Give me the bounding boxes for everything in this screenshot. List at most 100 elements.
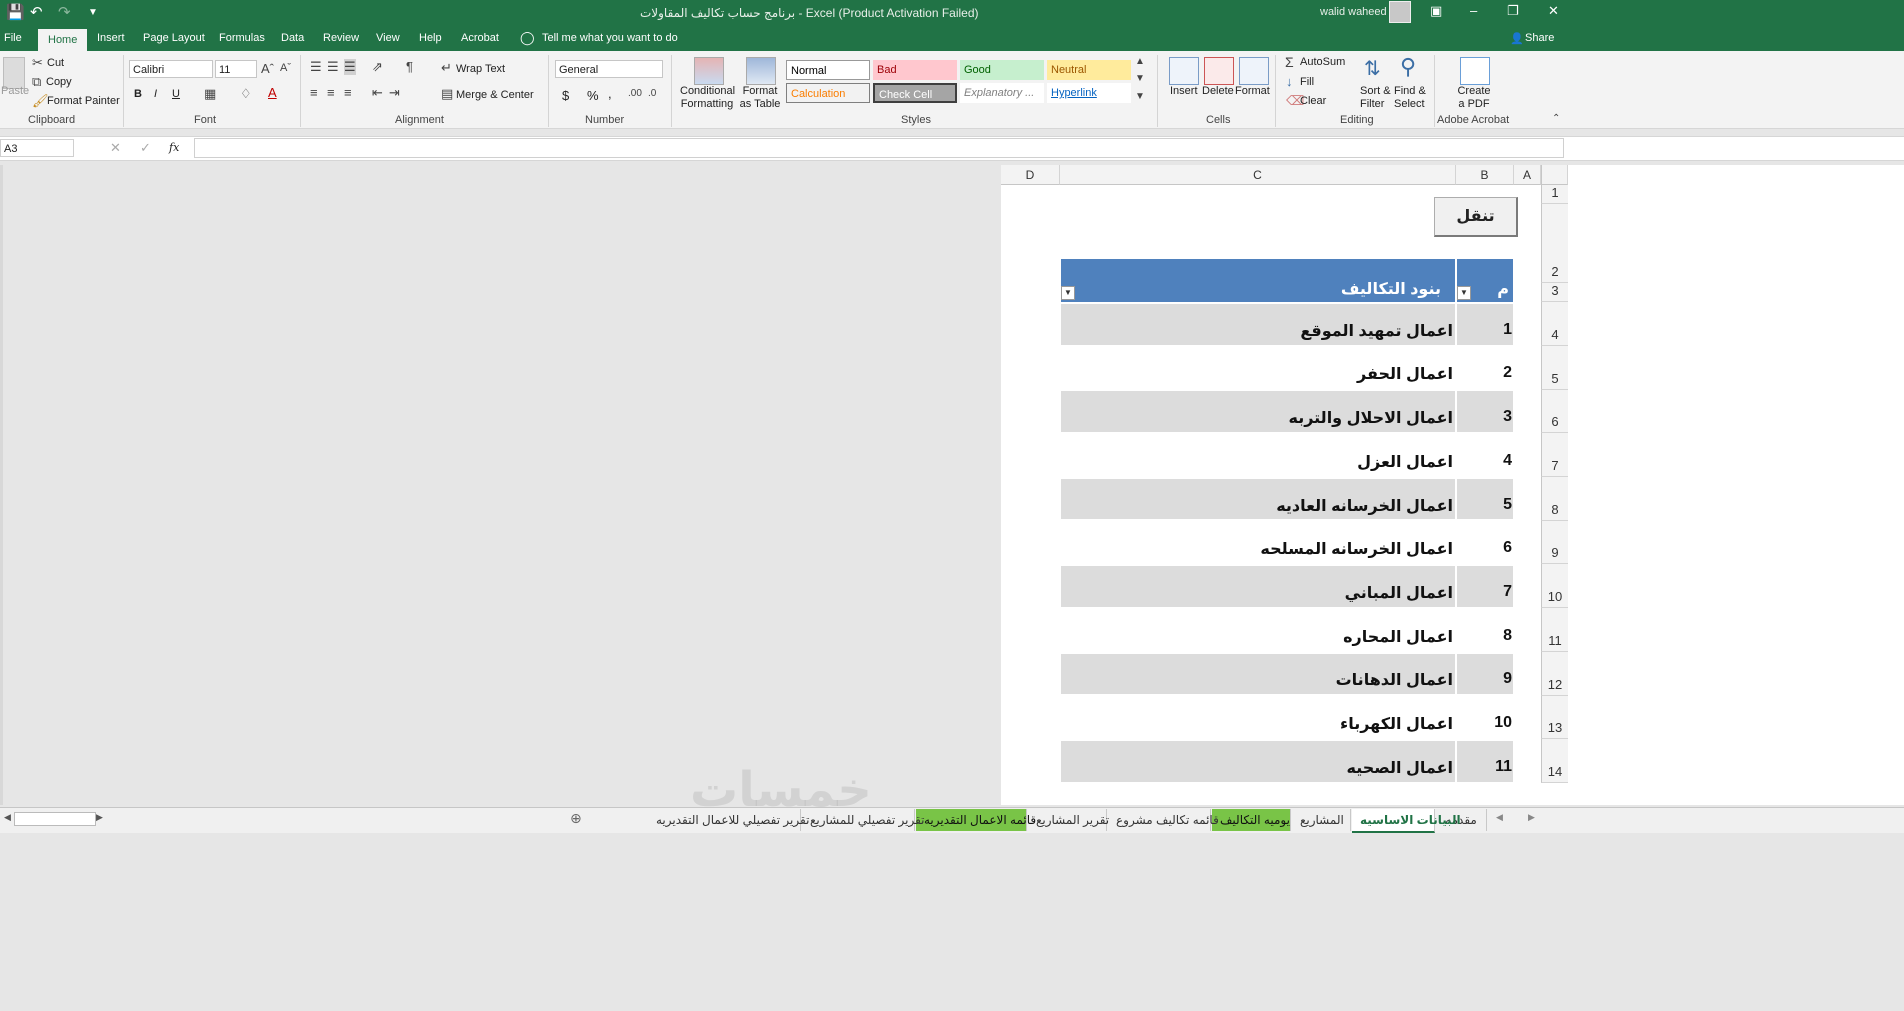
cost-item-index[interactable]: 9: [1503, 670, 1512, 688]
cell-style-3[interactable]: Good: [960, 60, 1044, 80]
row-header[interactable]: 7: [1541, 433, 1568, 477]
tab-acrobat[interactable]: Acrobat: [461, 32, 499, 44]
formula-input[interactable]: [194, 138, 1564, 158]
wrap-text-icon[interactable]: ↵: [441, 60, 452, 76]
tab-file[interactable]: File: [4, 32, 22, 44]
currency-button[interactable]: $: [562, 88, 569, 103]
row-header[interactable]: 13: [1541, 696, 1568, 739]
row-header[interactable]: 12: [1541, 652, 1568, 696]
prev-sheet-icon[interactable]: ◀: [1496, 812, 1503, 823]
ribbon-display-icon[interactable]: ▣: [1430, 3, 1442, 19]
column-header-b[interactable]: B: [1456, 165, 1514, 185]
row-header[interactable]: 8: [1541, 477, 1568, 521]
share-icon[interactable]: 👤: [1510, 32, 1524, 45]
row-header[interactable]: 14: [1541, 739, 1568, 783]
percent-button[interactable]: %: [587, 88, 599, 103]
scroll-left-icon[interactable]: ◀: [4, 812, 11, 823]
cell-style-7[interactable]: Explanatory ...: [960, 83, 1044, 103]
row-header[interactable]: 1: [1541, 185, 1568, 204]
cost-item-label[interactable]: اعمال المحاره: [1343, 627, 1453, 647]
cell-style-6[interactable]: Check Cell: [873, 83, 957, 103]
decrease-decimal-icon[interactable]: .0: [648, 88, 656, 99]
cost-item-label[interactable]: اعمال تمهيد الموقع: [1300, 321, 1453, 341]
cost-item-index[interactable]: 6: [1503, 539, 1512, 557]
column-header-a[interactable]: A: [1514, 165, 1541, 185]
column-header-c[interactable]: C: [1060, 165, 1456, 185]
row-header[interactable]: 11: [1541, 608, 1568, 652]
next-sheet-icon[interactable]: ▶: [1528, 812, 1535, 823]
save-icon[interactable]: 💾: [6, 3, 25, 21]
filter-dropdown-icon[interactable]: ▼: [1061, 286, 1075, 300]
user-name[interactable]: walid waheed: [1320, 6, 1387, 18]
cost-item-index[interactable]: 2: [1503, 364, 1512, 382]
align-right-icon[interactable]: ≡: [344, 85, 352, 100]
new-sheet-icon[interactable]: ⊕: [570, 810, 582, 827]
font-size-select[interactable]: 11: [215, 60, 257, 78]
cost-item-label[interactable]: اعمال الكهرباء: [1340, 714, 1453, 734]
align-middle-icon[interactable]: ☰: [327, 59, 339, 75]
tab-view[interactable]: View: [376, 32, 400, 44]
underline-button[interactable]: U: [172, 88, 180, 100]
autosum-button[interactable]: AutoSum: [1300, 56, 1345, 68]
insert-cells-button[interactable]: Insert: [1170, 85, 1198, 97]
decrease-font-icon[interactable]: Aˇ: [280, 62, 291, 74]
paste-button[interactable]: Paste: [1, 85, 29, 97]
cost-item-index[interactable]: 8: [1503, 627, 1512, 645]
undo-icon[interactable]: ↶: [30, 3, 43, 21]
row-header[interactable]: 9: [1541, 521, 1568, 564]
sheet-tab[interactable]: تقرير تفصيلي للاعمال التقديريه: [648, 809, 809, 831]
copy-button[interactable]: Copy: [46, 76, 72, 88]
number-format-select[interactable]: General: [555, 60, 663, 78]
filter-dropdown-icon[interactable]: ▼: [1457, 286, 1471, 300]
minimize-icon[interactable]: –: [1470, 3, 1477, 18]
row-header[interactable]: 6: [1541, 390, 1568, 433]
tab-data[interactable]: Data: [281, 32, 304, 44]
align-left-icon[interactable]: ≡: [310, 85, 318, 100]
cost-item-label[interactable]: اعمال الاحلال والتربه: [1288, 408, 1453, 428]
customize-qat-icon[interactable]: ▼: [88, 7, 98, 18]
create-pdf-button[interactable]: Create a PDF: [1454, 85, 1494, 111]
cut-icon[interactable]: ✂: [32, 55, 43, 71]
cost-item-index[interactable]: 1: [1503, 321, 1512, 339]
scroll-right-icon[interactable]: ▶: [96, 812, 103, 823]
tab-formulas[interactable]: Formulas: [219, 32, 265, 44]
delete-cells-button[interactable]: Delete: [1202, 85, 1234, 97]
align-center-icon[interactable]: ≡: [327, 85, 335, 100]
tell-me-search[interactable]: Tell me what you want to do: [542, 32, 678, 44]
gallery-more-icon[interactable]: ▼: [1135, 91, 1145, 102]
italic-button[interactable]: I: [154, 88, 157, 100]
restore-icon[interactable]: ❐: [1507, 3, 1519, 19]
row-header[interactable]: 10: [1541, 564, 1568, 608]
insert-function-button[interactable]: fx: [169, 141, 179, 154]
cost-item-index[interactable]: 7: [1503, 583, 1512, 601]
format-as-table-icon[interactable]: [746, 57, 776, 85]
increase-decimal-icon[interactable]: .00: [628, 88, 642, 99]
clear-button[interactable]: Clear: [1300, 95, 1326, 107]
share-button[interactable]: Share: [1525, 32, 1554, 44]
sort-filter-icon[interactable]: ⇅: [1364, 56, 1381, 81]
horizontal-scrollbar[interactable]: [14, 812, 96, 826]
insert-cells-icon[interactable]: [1169, 57, 1199, 85]
sheet-tab[interactable]: يوميه التكاليف: [1212, 809, 1291, 831]
cell-style-8[interactable]: Hyperlink: [1047, 83, 1131, 103]
increase-indent-icon[interactable]: ⇥: [389, 85, 400, 101]
cost-item-label[interactable]: اعمال الخرسانه المسلحه: [1260, 539, 1453, 559]
format-cells-icon[interactable]: [1239, 57, 1269, 85]
cancel-icon[interactable]: ✕: [110, 140, 121, 156]
text-direction-icon[interactable]: ¶: [406, 59, 413, 74]
font-name-select[interactable]: Calibri: [129, 60, 213, 78]
cost-item-index[interactable]: 5: [1503, 496, 1512, 514]
sheet-tab[interactable]: المشاريع: [1292, 809, 1351, 831]
sheet-tab[interactable]: قائمه تكاليف مشروع: [1108, 809, 1219, 831]
cell-style-1[interactable]: Normal: [786, 60, 870, 80]
redo-icon[interactable]: ↷: [58, 3, 71, 21]
format-painter-button[interactable]: Format Painter: [47, 95, 120, 107]
copy-icon[interactable]: ⧉: [32, 74, 41, 90]
sheet-tab[interactable]: تقرير تفصيلي للمشاريع: [802, 809, 925, 831]
cost-item-label[interactable]: اعمال العزل: [1357, 452, 1453, 472]
increase-font-icon[interactable]: Aˆ: [261, 61, 274, 76]
conditional-formatting-icon[interactable]: [694, 57, 724, 85]
tab-home[interactable]: Home: [38, 29, 88, 51]
conditional-formatting-button[interactable]: Conditional Formatting: [680, 85, 735, 111]
format-as-table-button[interactable]: Format as Table: [737, 85, 783, 111]
